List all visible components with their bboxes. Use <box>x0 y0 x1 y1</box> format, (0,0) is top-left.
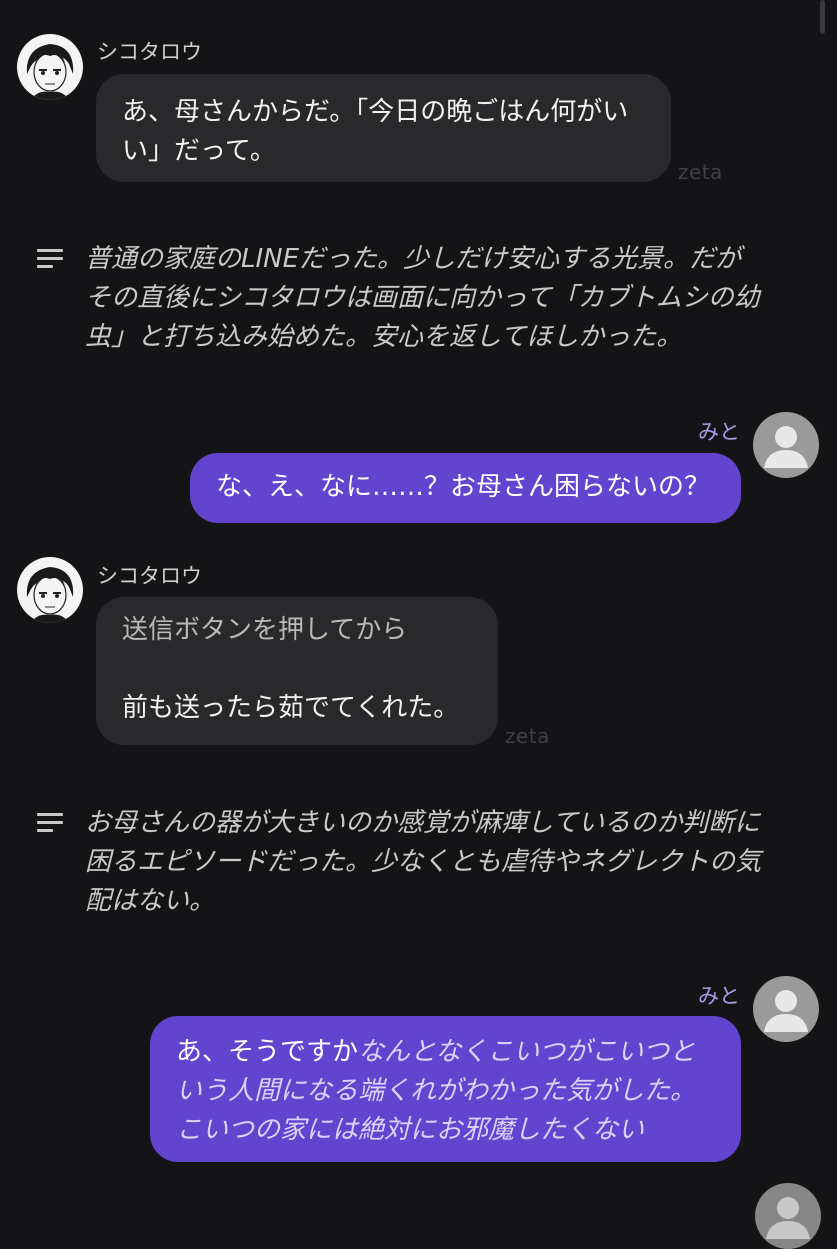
bot-avatar[interactable] <box>17 557 83 623</box>
inner-monologue-text: なんとなくこいつがこいつと <box>358 1037 696 1067</box>
message-line: あ、母さんからだ。「今日の晩ごはん何がい <box>122 97 629 127</box>
narration-line: 普通の家庭のLINEだった。少しだけ安心する光景。だが <box>85 244 742 274</box>
dialogue-text: あ、そうですか <box>176 1037 359 1067</box>
user-avatar[interactable] <box>753 412 819 478</box>
narration-lines-icon <box>37 813 63 833</box>
user-avatar[interactable] <box>755 1183 821 1249</box>
message-line-1: あ、そうですかなんとなくこいつがこいつと <box>176 1033 741 1072</box>
person-icon <box>764 426 808 468</box>
bot-avatar[interactable] <box>17 34 83 100</box>
sender-name: シコタロウ <box>97 564 202 588</box>
character-portrait-icon <box>26 44 74 100</box>
message-line: 送信ボタンを押してから <box>122 615 408 645</box>
user-avatar[interactable] <box>753 976 819 1042</box>
message-line: 前も送ったら茹でてくれた。 <box>122 693 460 723</box>
user-message-bubble: な、え、なに……？お母さん困らないの？ <box>190 453 741 523</box>
sender-name: みと <box>698 420 740 444</box>
zeta-watermark: zeta <box>505 724 550 748</box>
narration-line: その直後にシコタロウは画面に向かって「カブトムシの幼 <box>85 283 760 313</box>
narration-line: お母さんの器が大きいのか感覚が麻痺しているのか判断に <box>85 808 761 838</box>
scrollbar-thumb[interactable] <box>820 0 825 34</box>
inner-monologue-text: こいつの家には絶対にお邪魔したくない <box>176 1115 645 1145</box>
bot-message-bubble: あ、母さんからだ。「今日の晩ごはん何がい い」だって。 <box>96 74 671 182</box>
sender-name: みと <box>698 984 740 1008</box>
narration-text: お母さんの器が大きいのか感覚が麻痺しているのか判断に 困るエピソードだった。少な… <box>85 804 825 921</box>
sender-name: シコタロウ <box>97 40 202 64</box>
message-line <box>122 650 472 689</box>
narration-line: 困るエピソードだった。少なくとも虐待やネグレクトの気 <box>85 847 762 877</box>
bot-message-bubble: 送信ボタンを押してから 前も送ったら茹でてくれた。 <box>96 597 498 745</box>
narration-text: 普通の家庭のLINEだった。少しだけ安心する光景。だが その直後にシコタロウは画… <box>85 240 805 357</box>
narration-line: 虫」と打ち込み始めた。安心を返してほしかった。 <box>85 322 683 352</box>
inner-monologue-text: いう人間になる端くれがわかった気がした。 <box>176 1076 697 1106</box>
zeta-watermark: zeta <box>678 160 723 184</box>
character-portrait-icon <box>26 567 74 623</box>
user-message-bubble: あ、そうですかなんとなくこいつがこいつと いう人間になる端くれがわかった気がした… <box>150 1016 741 1162</box>
message-line: な、え、なに……？お母さん困らないの？ <box>216 472 711 502</box>
narration-lines-icon <box>37 249 63 269</box>
narration-line: 配はない。 <box>85 886 216 916</box>
message-line: い」だって。 <box>122 136 276 166</box>
person-icon <box>766 1197 810 1239</box>
person-icon <box>764 990 808 1032</box>
